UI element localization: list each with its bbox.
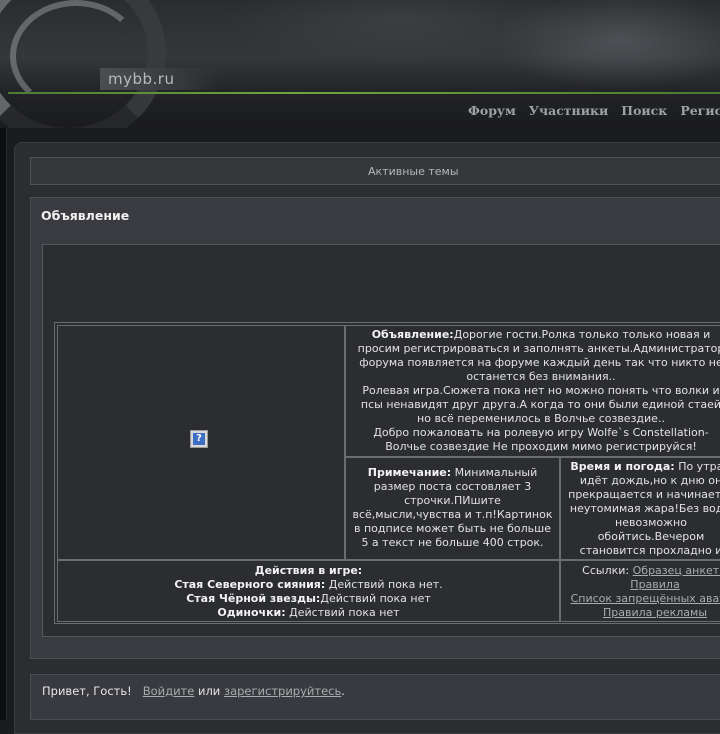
greeting-text: Привет, Гость! [42, 684, 132, 698]
announcement-label: Объявление: [371, 328, 454, 341]
action-label-black: Стая Чёрной звезды: [186, 592, 321, 605]
action-label-loners: Одиночки: [217, 606, 286, 619]
link-ad-rules[interactable]: Правила рекламы [603, 606, 707, 619]
nav-forum[interactable]: Форум [468, 103, 516, 118]
link-form-sample[interactable]: Образец анкеты [633, 564, 720, 577]
weather-cell: Время и погода: По утрам идёт дождь,но к… [560, 457, 720, 560]
login-link[interactable]: Войдите [143, 684, 195, 698]
actions-cell: Действия в игре: Стая Северного сияния: … [57, 560, 560, 622]
note-cell: Примечание: Минимальный размер поста сос… [345, 457, 560, 560]
weather-label: Время и погода: [570, 460, 675, 473]
broken-image-icon: ? [190, 430, 208, 448]
links-cell: Ссылки: Образец анкеты Правила Список за… [560, 560, 720, 622]
link-rules[interactable]: Правила [630, 578, 679, 591]
welcome-line: Привет, Гость! Войдите или зарегистрируй… [42, 684, 345, 698]
header-accent-line [8, 92, 720, 94]
announcement-cell: Объявление:Дорогие гости.Ролка только то… [345, 325, 720, 457]
links-label: Ссылки: [582, 564, 630, 577]
action-label-north: Стая Северного сияния: [174, 578, 326, 591]
action-text-black: Действий пока нет [320, 592, 431, 605]
note-label: Примечание: [367, 466, 452, 479]
or-text: или [197, 684, 221, 698]
announcement-title: Объявление [41, 208, 130, 223]
active-topics-label[interactable]: Активные темы [368, 165, 459, 178]
action-text-north: Действий пока нет. [328, 578, 443, 591]
register-link[interactable]: зарегистрируйтесь [224, 684, 341, 698]
weather-text: По утрам идёт дождь,но к дню он прекраща… [568, 460, 720, 559]
active-topics-bar[interactable]: Активные темы [30, 157, 720, 185]
forum-header: mybb.ru Форум Участники Поиск Регистрация [0, 0, 720, 128]
actions-title: Действия в игре: [254, 564, 363, 577]
roleplay-text: Ролевая игра.Сюжета пока нет но можно по… [360, 384, 720, 425]
main-nav: Форум Участники Поиск Регистрация [468, 103, 720, 118]
nav-members[interactable]: Участники [529, 103, 608, 118]
welcome-end: . [341, 684, 345, 698]
welcome-rp-text: Добро пожаловать на ролевую игру Wolfe`s… [373, 426, 709, 453]
link-banned-avatars[interactable]: Список запрещённых аватар [571, 592, 720, 605]
action-text-loners: Действий пока нет [289, 606, 400, 619]
site-logo[interactable]: mybb.ru [108, 70, 174, 88]
nav-search[interactable]: Поиск [621, 103, 667, 118]
nav-register[interactable]: Регистрация [680, 103, 720, 118]
header-swirl-highlight [10, 0, 142, 112]
